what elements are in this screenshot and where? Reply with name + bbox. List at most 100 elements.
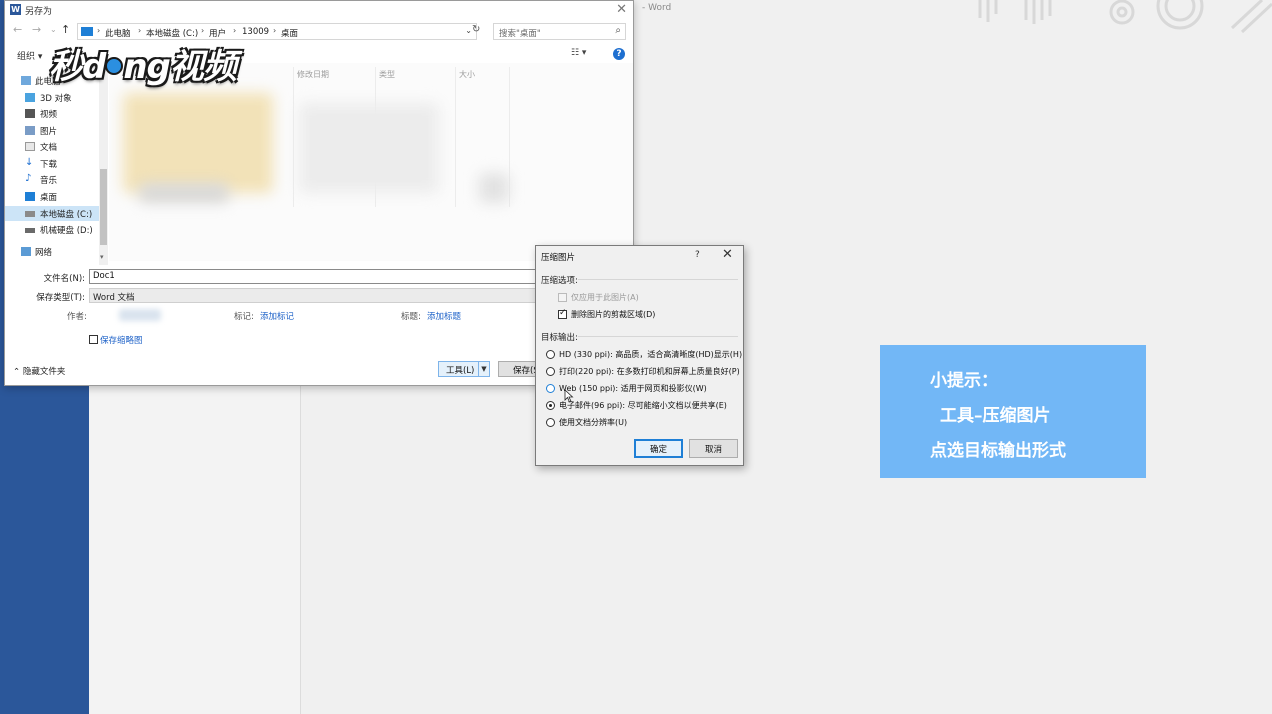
tree-item-label: 音乐 [40,176,58,186]
recent-chevron-icon[interactable]: ⌄ [50,25,57,34]
chevron-down-icon[interactable]: ▾ [100,253,104,261]
breadcrumb-local-disk[interactable]: 本地磁盘 (C:) [146,27,198,39]
tree-item-3d-objects[interactable]: 3D 对象 [5,90,101,105]
tools-button[interactable]: 工具(L) ▼ [438,361,490,377]
desktop-icon [25,192,35,201]
ok-button[interactable]: 确定 [634,439,683,458]
back-arrow-icon[interactable]: ← [13,23,22,36]
help-icon[interactable]: ? [695,250,700,260]
breadcrumb-users[interactable]: 用户 [209,27,226,39]
tree-item-local-disk[interactable]: 本地磁盘 (C:) [5,206,101,221]
radio-email-label: 电子邮件(96 ppi): 尽可能缩小文档以便共享(E) [559,401,727,410]
search-icon: ⌕ [615,25,621,36]
radio-web[interactable] [546,384,555,393]
hard-disk-icon [25,228,35,233]
radio-email[interactable] [546,401,555,410]
tree-item-pictures[interactable]: 图片 [5,123,101,138]
radio-document-resolution-label: 使用文档分辨率(U) [559,418,628,427]
tree-item-video[interactable]: 视频 [5,106,101,121]
filetype-value: Word 文档 [93,293,135,303]
radio-print-label: 打印(220 ppi): 在多数打印机和屏幕上质量良好(P) [559,367,740,376]
apply-only-checkbox[interactable] [558,293,567,302]
radio-document-resolution[interactable] [546,418,555,427]
address-bar[interactable]: › 此电脑 › 本地磁盘 (C:) › 用户 › 13009 › 桌面 ⌄ [77,23,477,40]
chevron-down-icon[interactable]: ▼ [478,362,489,376]
decorative-header-pattern [978,0,1272,34]
tree-item-label: 本地磁盘 (C:) [40,210,93,220]
video-icon [25,109,35,118]
column-divider [455,67,456,207]
radio-hd-label: HD (330 ppi): 高品质，适合高清晰度(HD)显示(H) [559,350,743,359]
chevron-down-icon[interactable]: ⌄ [465,26,472,35]
refresh-icon[interactable]: ↻ [472,24,480,35]
word-app-icon: W [10,4,21,15]
cancel-button[interactable]: 取消 [689,439,738,458]
tree-item-desktop[interactable]: 桌面 [5,189,101,204]
filetype-select[interactable]: Word 文档 [89,288,539,303]
breadcrumb-user-folder[interactable]: 13009 [242,27,269,37]
download-icon: ↓ [25,157,34,168]
hide-folders-toggle[interactable]: ⌃ 隐藏文件夹 [13,365,65,377]
tip-step-tools: 工具–压缩图片 [940,406,1051,426]
save-thumbnail-checkbox[interactable] [89,335,98,344]
delete-cropped-label: 删除图片的剪裁区域(D) [571,310,656,319]
organize-button[interactable]: 组织 ▾ [17,49,42,62]
radio-hd[interactable] [546,350,555,359]
chevron-up-icon: ⌃ [13,367,21,377]
tree-item-label: 文档 [40,143,58,153]
radio-print[interactable] [546,367,555,376]
tree-item-documents[interactable]: 文档 [5,139,101,154]
close-icon[interactable]: ✕ [722,247,733,262]
target-output-heading: 目标输出: [541,333,578,343]
navigation-scrollbar[interactable]: ▴ ▾ [99,69,108,265]
apply-only-label: 仅应用于此图片(A) [571,293,639,302]
pictures-icon [25,126,35,135]
title-label: 标题: [401,312,421,322]
group-divider [578,336,738,337]
breadcrumb-this-pc[interactable]: 此电脑 [105,27,131,39]
view-options-icon[interactable]: ☷ ▾ [571,48,586,58]
video-watermark-logo: 秒d ng视频 [49,39,237,88]
tree-item-network[interactable]: 网络 [5,244,101,259]
file-list[interactable]: 修改日期 类型 大小 [109,63,633,261]
tree-item-music[interactable]: ♪ 音乐 [5,172,101,187]
chevron-right-icon: › [138,26,142,35]
filename-value: Doc1 [93,271,115,281]
close-icon[interactable]: ✕ [616,2,627,17]
play-icon [105,56,124,75]
add-tags-link[interactable]: 添加标记 [260,310,294,322]
up-arrow-icon[interactable]: ↑ [61,23,70,36]
compression-options-heading: 压缩选项: [541,276,578,286]
delete-cropped-checkbox[interactable]: ✓ [558,308,567,319]
filename-label: 文件名(N): [43,274,85,284]
chevron-right-icon: › [233,26,237,35]
chevron-right-icon: › [97,26,101,35]
forward-arrow-icon[interactable]: → [32,23,41,36]
tree-item-label: 桌面 [40,193,58,203]
filename-input[interactable]: Doc1 [89,269,539,284]
chevron-right-icon: › [201,26,205,35]
column-header-size[interactable]: 大小 [459,69,475,80]
save-thumbnail-label[interactable]: 保存缩略图 [100,334,143,346]
ok-label: 确定 [650,445,668,455]
local-disk-icon [25,211,35,217]
add-title-link[interactable]: 添加标题 [427,310,461,322]
blurred-file-rows [123,93,273,193]
filetype-label: 保存类型(T): [36,293,85,303]
tree-item-hard-disk[interactable]: 机械硬盘 (D:) [5,222,101,237]
tree-item-downloads[interactable]: ↓ 下载 [5,156,101,171]
compress-pictures-dialog: 压缩图片 ? ✕ 压缩选项: 仅应用于此图片(A) ✓ 删除图片的剪裁区域(D)… [535,245,744,466]
author-value-blurred[interactable] [119,309,161,321]
search-placeholder: 搜索"桌面" [499,29,541,39]
column-header-type[interactable]: 类型 [379,69,395,80]
breadcrumb-desktop[interactable]: 桌面 [281,27,298,39]
tree-item-label: 机械硬盘 (D:) [40,226,93,236]
navigation-pane: 此电脑 3D 对象 视频 图片 文档 ↓ 下载 ♪ 音乐 桌面 本地磁盘 (C:… [5,69,109,265]
tip-box: 小提示： 工具–压缩图片 点选目标输出形式 [880,345,1146,478]
blurred-file-rows [479,173,509,203]
help-icon[interactable]: ? [613,48,625,60]
search-input[interactable]: 搜索"桌面" ⌕ [493,23,626,40]
author-label: 作者: [67,312,87,322]
scrollbar-thumb[interactable] [100,169,107,245]
column-header-modified[interactable]: 修改日期 [297,69,329,80]
